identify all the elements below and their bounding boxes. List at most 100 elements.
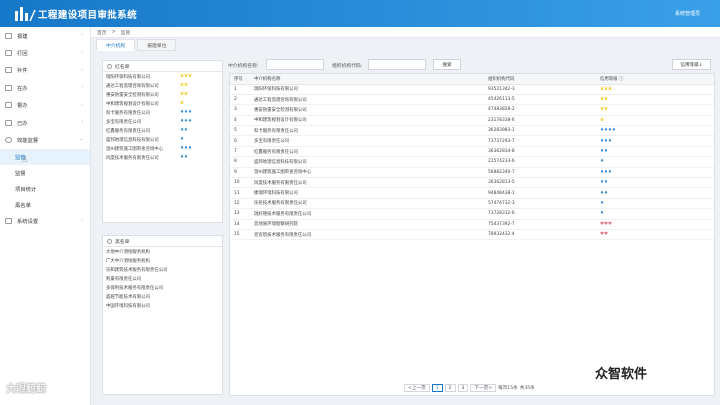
sidebar: 报建 › 打回 › 补件 › 在办 › 督办 › 已办 › 效能监督 ⌄ 监管 ☝ 监督 项目统…	[0, 27, 91, 405]
list-item[interactable]: 中和建筑规划设计有限公司 ♛	[103, 99, 222, 108]
sidebar-item-returned[interactable]: 打回 ›	[0, 44, 90, 61]
cell-name[interactable]: 温州建筑施工图审查咨询中心	[250, 167, 484, 179]
cell-name[interactable]: 首地质环境勘察研究院	[250, 219, 484, 230]
org-code-input[interactable]	[368, 59, 426, 70]
page-2-button[interactable]: 2	[444, 384, 456, 392]
cell-name[interactable]: 乐民技术服务有限责任公司	[250, 198, 484, 210]
sidebar-sub-blacklist[interactable]: 黑名单	[0, 197, 90, 213]
cell-code: 45426113-5	[484, 94, 596, 106]
credit-level-icon: ♦♦	[180, 128, 188, 133]
cell-level: ♦	[596, 156, 714, 168]
sidebar-sub-monitor[interactable]: 监督	[0, 165, 90, 181]
cell-name[interactable]: 瑞阳环保科技有限公司	[250, 84, 484, 95]
table-row[interactable]: 13 瑞好德技术服务有限责任公司 73728312-6 ♦	[230, 208, 714, 220]
list-item[interactable]: 通达工程监理咨询有限公司 ♛♛	[103, 81, 222, 90]
table-row[interactable]: 12 乐民技术服务有限责任公司 57474732-3 ♦	[230, 198, 714, 210]
cell-code: 36362813-5	[484, 177, 596, 189]
table-row[interactable]: 7 红鑫服务有限责任公司 36362834-8 ♦♦	[230, 146, 714, 158]
user-name[interactable]: 系统管理员	[675, 10, 700, 17]
cell-name[interactable]: 科卡服务有限责任公司	[250, 125, 484, 137]
table-row[interactable]: 8 盛邦地理信息科技有限公司 21574233-6 ♦	[230, 156, 714, 168]
cell-name[interactable]: 风度技术服务有限责任公司	[250, 177, 484, 189]
cell-no: 15	[230, 229, 250, 241]
tab-agencies[interactable]: 中介机构	[96, 39, 136, 51]
sidebar-item-supplement[interactable]: 补件 ›	[0, 62, 90, 79]
list-item[interactable]: 瑞阳环保科技有限公司 ♛♛♛	[103, 72, 222, 81]
cell-name[interactable]: 红鑫服务有限责任公司	[250, 146, 484, 158]
table-row[interactable]: 2 通达工程监理咨询有限公司 45426113-5 ♛♛	[230, 94, 714, 106]
cell-no: 14	[230, 219, 250, 230]
table-row[interactable]: 10 风度技术服务有限责任公司 36362813-5 ♦♦	[230, 177, 714, 189]
table-row[interactable]: 1 瑞阳环保科技有限公司 93521342-3 ♛♛♛	[230, 84, 714, 95]
sidebar-item-efficiency[interactable]: 效能监督 ⌄	[0, 131, 90, 148]
cell-name[interactable]: 中和建筑规划设计有限公司	[250, 115, 484, 127]
list-item[interactable]: 中国环境科技有限公司	[103, 301, 222, 310]
credit-level-icon: ♛♛	[180, 83, 188, 88]
list-item[interactable]: 乐和建筑技术服务有限责任公司	[103, 265, 222, 274]
table-row[interactable]: 6 多宝有限责任公司 73737293-7 ♦♦♦	[230, 135, 714, 147]
breadcrumb-home[interactable]: 首页	[97, 29, 107, 36]
list-item[interactable]: 盛邦地理信息科技有限公司 ♦	[103, 135, 222, 144]
table-row[interactable]: 3 惠安防雷安全检测有限公司 47483828-2 ♛♛	[230, 104, 714, 116]
list-item-name: 红鑫服务有限责任公司	[106, 128, 150, 134]
cell-no: 10	[230, 177, 250, 189]
cell-level: ♦♦♦	[596, 167, 714, 179]
credit-level-icon: ♦♦	[600, 190, 608, 196]
list-item[interactable]: 红鑫服务有限责任公司 ♦♦	[103, 126, 222, 135]
sidebar-item-settings[interactable]: 系统设置 ›	[0, 213, 90, 230]
tab-applicants[interactable]: 报建单位	[137, 39, 177, 51]
cell-code: 56882340-7	[484, 167, 596, 179]
cell-level: ♥♥♥	[596, 219, 714, 230]
red-list-header: 红名单	[103, 61, 222, 72]
sidebar-item-in-progress[interactable]: 在办 ›	[0, 79, 90, 96]
table-header-row: 序号 中介机构名称 组织机构代码 信用等级 ⓘ	[230, 74, 714, 85]
list-item[interactable]: 大地中介测绘服务机构	[103, 247, 222, 256]
sidebar-sub-stats[interactable]: 项目统计	[0, 181, 90, 197]
list-item[interactable]: 超越节能技术有限公司	[103, 292, 222, 301]
table-row[interactable]: 15 宣宣筑技术服务有限责任公司 78932432-4 ♥♥	[230, 229, 714, 241]
cell-level: ♦♦♦	[596, 135, 714, 147]
next-page-button[interactable]: 下一页>	[470, 384, 497, 392]
sidebar-item-supervise[interactable]: 督办 ›	[0, 97, 90, 114]
search-button[interactable]: 搜索	[433, 59, 461, 70]
chevron-down-icon: ⌄	[78, 136, 83, 143]
list-item-name: 超越节能技术有限公司	[106, 294, 150, 300]
list-item[interactable]: 多保利技术服务有限责任公司	[103, 283, 222, 292]
agency-name-label: 中介机构名称:	[228, 64, 259, 69]
list-item[interactable]: 惠安防雷安全检测有限公司 ♛♛	[103, 90, 222, 99]
page-1-button[interactable]: 1	[431, 384, 443, 392]
table-row[interactable]: 4 中和建筑规划设计有限公司 23178338-6 ♛	[230, 115, 714, 127]
list-item[interactable]: 广大中介测绘服务机构	[103, 256, 222, 265]
cell-name[interactable]: 宣宣筑技术服务有限责任公司	[250, 229, 484, 241]
cell-name[interactable]: 瑞好德技术服务有限责任公司	[250, 208, 484, 220]
prev-page-button[interactable]: <上一页	[404, 384, 430, 392]
page-3-button[interactable]: 3	[457, 384, 469, 392]
table-row[interactable]: 11 捷瑞环境科技有限公司 94848438-1 ♦♦	[230, 187, 714, 199]
cell-name[interactable]: 通达工程监理咨询有限公司	[250, 94, 484, 106]
list-item[interactable]: 利豪有限责任公司	[103, 274, 222, 283]
table-row[interactable]: 14 首地质环境勘察研究院 75437392-7 ♥♥♥	[230, 219, 714, 230]
cell-name[interactable]: 盛邦地理信息科技有限公司	[250, 156, 484, 168]
credit-level-icon: ♛♛	[600, 107, 608, 113]
cell-code: 47483828-2	[484, 104, 596, 116]
credit-level-icon: ♛♛♛	[600, 86, 612, 92]
cell-name[interactable]: 惠安防雷安全检测有限公司	[250, 104, 484, 116]
list-item[interactable]: 风度技术服务有限责任公司 ♦♦	[103, 153, 222, 162]
col-level: 信用等级 ⓘ	[596, 74, 714, 85]
rank-sort-button[interactable]: 信用等级↓	[672, 59, 711, 70]
cell-name[interactable]: 捷瑞环境科技有限公司	[250, 187, 484, 199]
agency-name-input[interactable]	[266, 59, 324, 70]
credit-level-icon: ♦♦♦♦	[600, 128, 616, 134]
sidebar-item-done[interactable]: 已办 ›	[0, 114, 90, 131]
table-row[interactable]: 5 科卡服务有限责任公司 36283983-1 ♦♦♦♦	[230, 125, 714, 137]
cell-name[interactable]: 多宝有限责任公司	[250, 135, 484, 147]
table-row[interactable]: 9 温州建筑施工图审查咨询中心 56882340-7 ♦♦♦	[230, 167, 714, 179]
logo-icon	[15, 7, 36, 22]
list-item[interactable]: 温州建筑施工图审查咨询中心 ♦♦♦	[103, 144, 222, 153]
cell-code: 94848438-1	[484, 187, 596, 199]
sidebar-sub-regulate[interactable]: 监管 ☝	[0, 148, 90, 165]
list-item[interactable]: 科卡服务有限责任公司 ♦♦♦	[103, 108, 222, 117]
sidebar-item-report[interactable]: 报建 ›	[0, 27, 90, 44]
list-item-name: 科卡服务有限责任公司	[106, 110, 150, 116]
list-item[interactable]: 多宝有限责任公司 ♦♦♦	[103, 117, 222, 126]
